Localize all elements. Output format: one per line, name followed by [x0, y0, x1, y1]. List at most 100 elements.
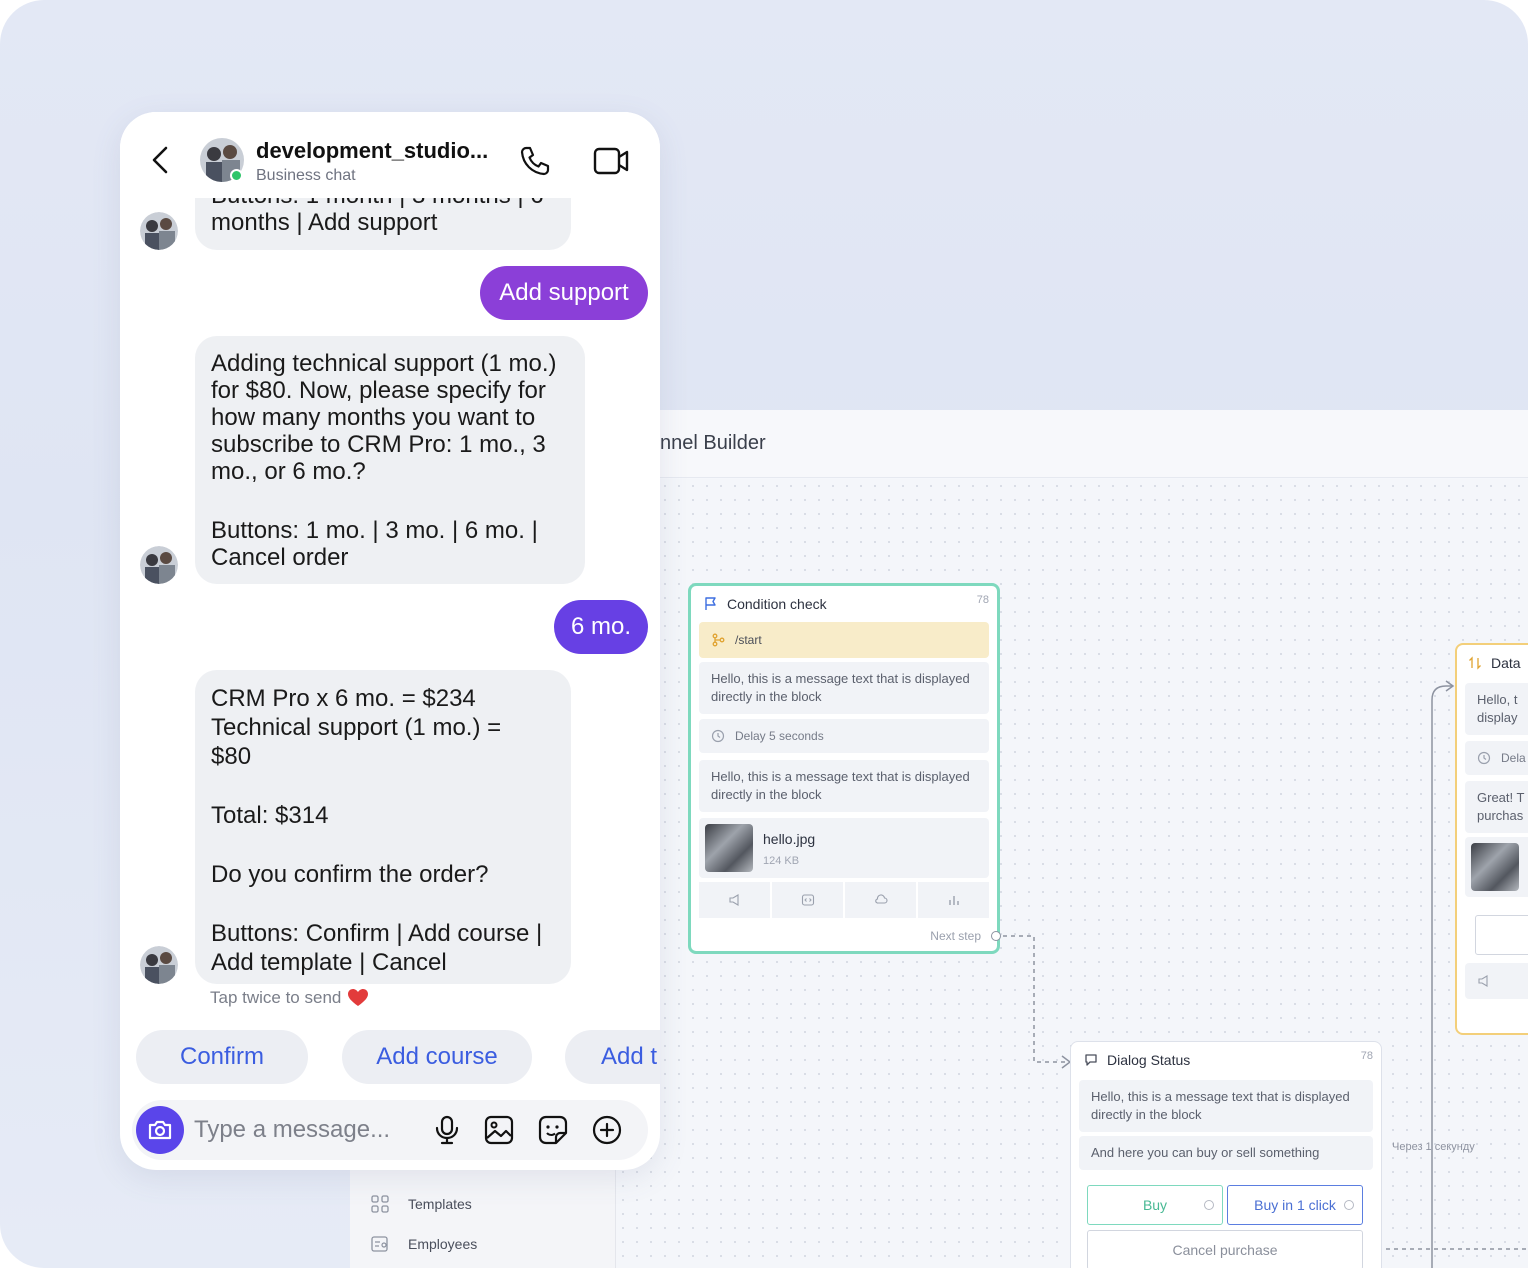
message-block[interactable]: Hello, this is a message text that is di… — [699, 662, 989, 714]
message-line: mo., or 6 mo.? — [211, 458, 366, 485]
grid-icon — [371, 1195, 389, 1213]
start-trigger-chip[interactable]: /start — [699, 622, 989, 658]
tool-message[interactable] — [1465, 963, 1528, 999]
message-text: 6 mo. — [570, 613, 632, 640]
message-line: how many months you want to — [211, 404, 536, 431]
quick-reply-add-template[interactable]: Add t — [565, 1030, 660, 1084]
camera-button[interactable] — [136, 1106, 184, 1154]
message-line: subscribe to CRM Pro: 1 mo., 3 — [211, 431, 546, 458]
camera-icon — [148, 1120, 172, 1140]
chat-window: development_studio... Business chat Butt… — [120, 112, 660, 1170]
message-composer — [132, 1100, 648, 1160]
buy-button[interactable]: Buy — [1087, 1185, 1223, 1225]
sidebar-item-templates[interactable]: Templates — [370, 1194, 472, 1214]
message-line: Buttons: 1 mo. | 3 mo. | 6 mo. | — [211, 517, 538, 544]
file-block[interactable] — [1465, 837, 1528, 897]
message-body: CRM Pro x 6 mo. = $234 Technical support… — [211, 684, 542, 977]
delay-block[interactable]: Delay 5 seconds — [699, 719, 989, 753]
next-step-label: Next step — [930, 929, 981, 943]
buy-label: Buy — [1142, 1197, 1168, 1213]
sort-arrows-icon — [1469, 656, 1481, 670]
contact-subtitle: Business chat — [256, 167, 356, 184]
chat-bubble-icon — [1085, 1054, 1097, 1066]
message-block[interactable]: And here you can buy or sell something — [1079, 1136, 1373, 1170]
tool-message[interactable] — [699, 882, 770, 918]
start-trigger-text: /start — [735, 633, 762, 647]
quick-reply-confirm[interactable]: Confirm — [136, 1030, 308, 1084]
quick-reply-label: Add course — [376, 1043, 498, 1070]
image-thumbnail — [1471, 843, 1519, 891]
node-number: 78 — [976, 594, 989, 606]
condition-check-node[interactable]: Condition check 78 /start Hello, this is… — [688, 583, 1001, 954]
video-call-icon[interactable] — [592, 144, 630, 178]
message-block[interactable]: Hello, t display — [1465, 683, 1528, 735]
buy-one-click-label: Buy in 1 click — [1254, 1197, 1336, 1213]
cloud-icon — [874, 894, 888, 904]
button-port[interactable] — [1204, 1200, 1214, 1210]
message-line: months | Add support — [211, 209, 438, 236]
incoming-message[interactable]: Adding technical support (1 mo.) for $80… — [195, 336, 585, 584]
quick-reply-label: Add t — [601, 1043, 658, 1070]
code-icon — [801, 894, 814, 906]
purchase-buttons: Buy Buy in 1 click — [1087, 1185, 1363, 1225]
file-block[interactable]: hello.jpg 124 KB — [699, 818, 989, 878]
message-block[interactable]: Hello, this is a message text that is di… — [699, 760, 989, 812]
message-text: Hello, t — [1477, 692, 1518, 707]
message-text: Hello, this is a message text that is di… — [711, 769, 970, 802]
sidebar-item-employees[interactable]: Employees — [370, 1234, 477, 1254]
clock-icon — [1477, 751, 1491, 765]
megaphone-icon — [728, 894, 739, 906]
message-line: Adding technical support (1 mo.) — [211, 350, 557, 377]
flag-icon — [705, 597, 716, 610]
contact-name[interactable]: development_studio... — [256, 138, 488, 164]
message-line: CRM Pro x 6 mo. = $234 — [211, 685, 476, 712]
dialog-node-title: Dialog Status — [1107, 1052, 1191, 1068]
message-text: purchas — [1477, 808, 1524, 823]
message-line: Technical support (1 mo.) = — [211, 714, 502, 741]
data-node-title: Data — [1491, 655, 1521, 671]
outgoing-message[interactable]: Add support — [480, 266, 648, 320]
message-text: Hello, this is a message text that is di… — [1091, 1089, 1350, 1122]
sticker-icon[interactable] — [536, 1113, 570, 1147]
sidebar-item-label: Employees — [408, 1236, 478, 1252]
buy-one-click-button[interactable]: Buy in 1 click — [1227, 1185, 1363, 1225]
cancel-purchase-button[interactable]: Cancel purchase — [1087, 1230, 1363, 1268]
sender-avatar — [140, 946, 178, 984]
message-line: $80 — [211, 743, 252, 770]
phone-call-icon[interactable] — [518, 144, 552, 178]
message-line: Do you confirm the order? — [211, 861, 489, 888]
message-line: Total: $314 — [211, 802, 329, 829]
delay-block[interactable]: Dela — [1465, 741, 1528, 775]
delay-text: Dela — [1501, 751, 1526, 765]
edge-delay-label: Через 1 секунду — [1392, 1141, 1475, 1153]
output-port[interactable] — [991, 931, 1001, 941]
dialog-status-node[interactable]: Dialog Status 78 Hello, this is a messag… — [1070, 1041, 1382, 1268]
tool-stats[interactable] — [918, 882, 989, 918]
button-port[interactable] — [1344, 1200, 1354, 1210]
message-input[interactable] — [194, 1114, 414, 1146]
message-text: Great! T — [1477, 790, 1525, 805]
megaphone-icon — [1478, 975, 1488, 987]
message-line: for $80. Now, please specify for — [211, 377, 546, 404]
back-arrow-icon[interactable] — [148, 142, 172, 178]
incoming-message[interactable]: CRM Pro x 6 mo. = $234 Technical support… — [195, 670, 571, 984]
microphone-icon[interactable] — [430, 1113, 464, 1147]
node-button[interactable] — [1475, 915, 1528, 955]
delay-text: Delay 5 seconds — [735, 729, 824, 743]
data-node[interactable]: Data Hello, t display Dela Great! T purc… — [1455, 643, 1528, 1035]
tool-cloud[interactable] — [845, 882, 916, 918]
dialog-node-header: Dialog Status — [1083, 1052, 1190, 1068]
add-circle-icon[interactable] — [590, 1113, 624, 1147]
employees-icon — [371, 1236, 388, 1252]
message-text: Hello, this is a message text that is di… — [711, 671, 970, 704]
heart-icon — [348, 989, 369, 1006]
message-block[interactable]: Hello, this is a message text that is di… — [1079, 1080, 1373, 1132]
image-thumbnail — [705, 824, 753, 872]
outgoing-message[interactable]: 6 mo. — [554, 600, 648, 654]
quick-reply-add-course[interactable]: Add course — [342, 1030, 532, 1084]
gallery-icon[interactable] — [482, 1113, 516, 1147]
message-line: Buttons: Confirm | Add course | — [211, 920, 543, 947]
branch-icon — [712, 633, 725, 647]
tool-code[interactable] — [772, 882, 843, 918]
message-block[interactable]: Great! T purchas — [1465, 781, 1528, 833]
